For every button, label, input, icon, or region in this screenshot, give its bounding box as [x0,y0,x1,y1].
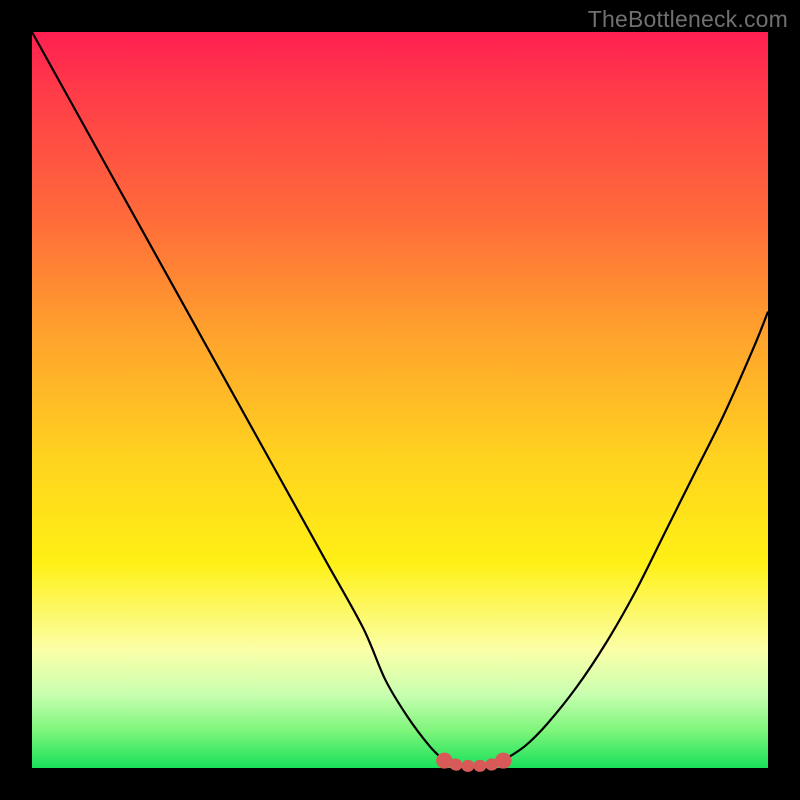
curve-layer [32,32,768,768]
left-curve [32,32,444,761]
gradient-plot-area [32,32,768,768]
right-curve [503,312,768,761]
marker-strip [444,761,503,766]
chart-frame: TheBottleneck.com [0,0,800,800]
watermark-text: TheBottleneck.com [588,6,788,33]
